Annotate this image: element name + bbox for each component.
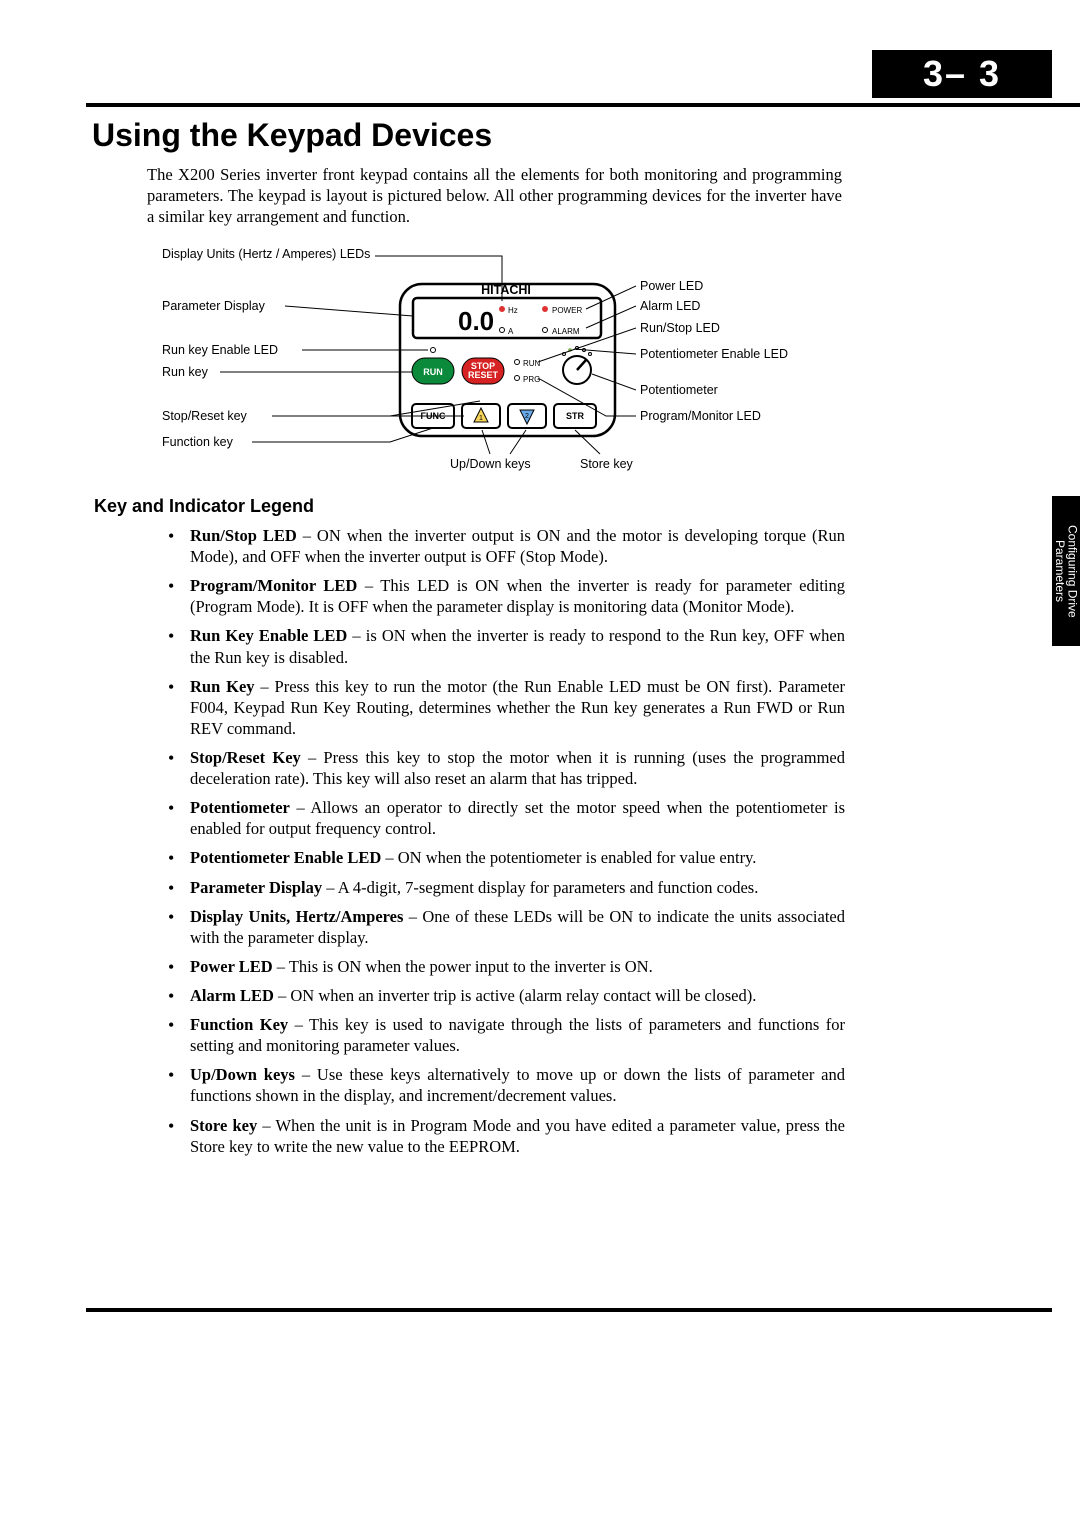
run-enable-led-icon	[431, 348, 436, 353]
alarm-led-label: ALARM	[552, 327, 580, 336]
hz-label: Hz	[508, 306, 518, 315]
page-title: Using the Keypad Devices	[92, 117, 492, 154]
store-key-label: Store key	[580, 457, 634, 471]
alarm-led-icon	[543, 328, 548, 333]
prg-led-icon	[515, 376, 520, 381]
pot-enable-led-label: Potentiometer Enable LED	[640, 347, 788, 361]
list-item: Stop/Reset Key – Press this key to stop …	[190, 747, 845, 789]
list-item: Alarm LED – ON when an inverter trip is …	[190, 985, 845, 1006]
list-item: Potentiometer – Allows an operator to di…	[190, 797, 845, 839]
run-stop-led-label-ext: Run/Stop LED	[640, 321, 720, 335]
bottom-rule	[86, 1308, 1052, 1312]
str-button-label: STR	[566, 411, 585, 421]
list-item: Parameter Display – A 4-digit, 7-segment…	[190, 877, 845, 898]
program-monitor-led-label: Program/Monitor LED	[640, 409, 761, 423]
power-led-label: POWER	[552, 306, 582, 315]
list-item: Program/Monitor LED – This LED is ON whe…	[190, 575, 845, 617]
alarm-led-label-ext: Alarm LED	[640, 299, 700, 313]
page-number: 3– 3	[872, 50, 1052, 98]
list-item: Run Key Enable LED – is ON when the inve…	[190, 625, 845, 667]
keypad-diagram: HITACHI 0.0 Hz A POWER ALARM RUN STOP RE…	[150, 246, 850, 482]
a-label: A	[508, 327, 514, 336]
brand-label: HITACHI	[481, 283, 531, 297]
list-item: Store key – When the unit is in Program …	[190, 1115, 845, 1157]
parameter-display-label: Parameter Display	[162, 299, 266, 313]
legend-list: Run/Stop LED – ON when the inverter outp…	[190, 525, 845, 1165]
run-stop-led-label: RUN	[523, 359, 541, 368]
power-led-label-ext: Power LED	[640, 279, 703, 293]
intro-paragraph: The X200 Series inverter front keypad co…	[147, 165, 842, 228]
section-tab: Configuring Drive Parameters	[1052, 496, 1080, 646]
run-key-label: Run key	[162, 365, 209, 379]
a-led-icon	[500, 328, 505, 333]
down-button-label: 2	[525, 413, 529, 420]
list-item: Function Key – This key is used to navig…	[190, 1014, 845, 1056]
display-value: 0.0	[458, 306, 494, 336]
list-item: Run Key – Press this key to run the moto…	[190, 676, 845, 739]
stop-button-label-bottom: RESET	[468, 370, 499, 380]
function-key-label: Function key	[162, 435, 234, 449]
potentiometer-label: Potentiometer	[640, 383, 718, 397]
run-enable-led-label: Run key Enable LED	[162, 343, 278, 357]
run-button-label: RUN	[423, 367, 443, 377]
hz-led-icon	[499, 306, 505, 312]
list-item: Display Units, Hertz/Amperes – One of th…	[190, 906, 845, 948]
display-units-label: Display Units (Hertz / Amperes) LEDs	[162, 247, 370, 261]
prg-led-label: PRG	[523, 375, 540, 384]
list-item: Run/Stop LED – ON when the inverter outp…	[190, 525, 845, 567]
list-item: Power LED – This is ON when the power in…	[190, 956, 845, 977]
power-led-icon	[542, 306, 548, 312]
list-item: Up/Down keys – Use these keys alternativ…	[190, 1064, 845, 1106]
up-button-label: 1	[479, 415, 483, 422]
run-stop-led-icon	[515, 360, 520, 365]
stop-reset-key-label: Stop/Reset key	[162, 409, 248, 423]
page-root: 3– 3 Using the Keypad Devices The X200 S…	[0, 0, 1080, 1534]
up-down-keys-label: Up/Down keys	[450, 457, 531, 471]
top-rule	[86, 103, 1080, 107]
list-item: Potentiometer Enable LED – ON when the p…	[190, 847, 845, 868]
legend-heading: Key and Indicator Legend	[94, 496, 314, 517]
